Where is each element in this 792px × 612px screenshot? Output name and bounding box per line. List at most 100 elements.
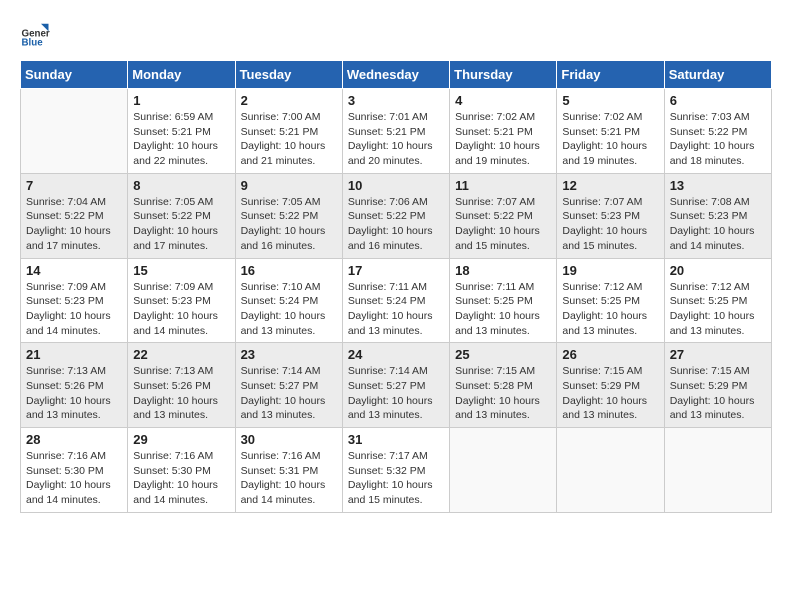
day-number: 8: [133, 178, 229, 193]
calendar-cell: [21, 89, 128, 174]
calendar-cell: 27 Sunrise: 7:15 AM Sunset: 5:29 PM Dayli…: [664, 343, 771, 428]
day-number: 4: [455, 93, 551, 108]
calendar-cell: 29Sunrise: 7:16 AM Sunset: 5:30 PM Dayli…: [128, 428, 235, 513]
day-info: Sunrise: 7:11 AM Sunset: 5:25 PM Dayligh…: [455, 280, 551, 339]
logo: General Blue: [20, 20, 52, 50]
day-number: 13: [670, 178, 766, 193]
day-number: 21: [26, 347, 122, 362]
day-info: Sunrise: 7:15 AM Sunset: 5:28 PM Dayligh…: [455, 364, 551, 423]
day-info: Sunrise: 7:13 AM Sunset: 5:26 PM Dayligh…: [26, 364, 122, 423]
svg-text:Blue: Blue: [22, 38, 44, 49]
day-info: Sunrise: 7:07 AM Sunset: 5:22 PM Dayligh…: [455, 195, 551, 254]
calendar-cell: 15 Sunrise: 7:09 AM Sunset: 5:23 PM Dayli…: [128, 258, 235, 343]
day-info: Sunrise: 7:09 AM Sunset: 5:23 PM Dayligh…: [26, 280, 122, 339]
week-row-1: 1 Sunrise: 6:59 AM Sunset: 5:21 PM Daylig…: [21, 89, 772, 174]
week-row-4: 21 Sunrise: 7:13 AM Sunset: 5:26 PM Dayli…: [21, 343, 772, 428]
day-info: Sunrise: 7:11 AM Sunset: 5:24 PM Dayligh…: [348, 280, 444, 339]
week-row-2: 7 Sunrise: 7:04 AM Sunset: 5:22 PM Daylig…: [21, 173, 772, 258]
day-info: Sunrise: 7:05 AM Sunset: 5:22 PM Dayligh…: [133, 195, 229, 254]
weekday-header-monday: Monday: [128, 61, 235, 89]
day-info: Sunrise: 7:12 AM Sunset: 5:25 PM Dayligh…: [670, 280, 766, 339]
day-info: Sunrise: 7:04 AM Sunset: 5:22 PM Dayligh…: [26, 195, 122, 254]
calendar-cell: 4 Sunrise: 7:02 AM Sunset: 5:21 PM Daylig…: [450, 89, 557, 174]
day-number: 12: [562, 178, 658, 193]
day-info: Sunrise: 7:00 AM Sunset: 5:21 PM Dayligh…: [241, 110, 337, 169]
calendar-cell: 1 Sunrise: 6:59 AM Sunset: 5:21 PM Daylig…: [128, 89, 235, 174]
calendar-cell: 3 Sunrise: 7:01 AM Sunset: 5:21 PM Daylig…: [342, 89, 449, 174]
calendar-cell: 9Sunrise: 7:05 AM Sunset: 5:22 PM Daylig…: [235, 173, 342, 258]
calendar-cell: 14Sunrise: 7:09 AM Sunset: 5:23 PM Dayli…: [21, 258, 128, 343]
calendar-cell: 22 Sunrise: 7:13 AM Sunset: 5:26 PM Dayli…: [128, 343, 235, 428]
day-number: 24: [348, 347, 444, 362]
day-info: Sunrise: 7:02 AM Sunset: 5:21 PM Dayligh…: [455, 110, 551, 169]
day-info: Sunrise: 7:16 AM Sunset: 5:30 PM Dayligh…: [26, 449, 122, 508]
calendar-cell: 21 Sunrise: 7:13 AM Sunset: 5:26 PM Dayli…: [21, 343, 128, 428]
day-info: Sunrise: 7:01 AM Sunset: 5:21 PM Dayligh…: [348, 110, 444, 169]
day-number: 7: [26, 178, 122, 193]
day-number: 16: [241, 263, 337, 278]
weekday-header-wednesday: Wednesday: [342, 61, 449, 89]
calendar-cell: [557, 428, 664, 513]
day-number: 17: [348, 263, 444, 278]
day-number: 9: [241, 178, 337, 193]
day-info: Sunrise: 7:09 AM Sunset: 5:23 PM Dayligh…: [133, 280, 229, 339]
day-info: Sunrise: 7:02 AM Sunset: 5:21 PM Dayligh…: [562, 110, 658, 169]
day-number: 27: [670, 347, 766, 362]
day-number: 31: [348, 432, 444, 447]
day-number: 25: [455, 347, 551, 362]
day-info: Sunrise: 7:13 AM Sunset: 5:26 PM Dayligh…: [133, 364, 229, 423]
week-row-3: 14Sunrise: 7:09 AM Sunset: 5:23 PM Dayli…: [21, 258, 772, 343]
day-number: 2: [241, 93, 337, 108]
calendar-cell: 7 Sunrise: 7:04 AM Sunset: 5:22 PM Daylig…: [21, 173, 128, 258]
day-number: 10: [348, 178, 444, 193]
day-number: 26: [562, 347, 658, 362]
calendar-cell: 6 Sunrise: 7:03 AM Sunset: 5:22 PM Daylig…: [664, 89, 771, 174]
day-info: Sunrise: 7:15 AM Sunset: 5:29 PM Dayligh…: [562, 364, 658, 423]
calendar-cell: 18Sunrise: 7:11 AM Sunset: 5:25 PM Dayli…: [450, 258, 557, 343]
day-number: 23: [241, 347, 337, 362]
day-info: Sunrise: 7:07 AM Sunset: 5:23 PM Dayligh…: [562, 195, 658, 254]
week-row-5: 28 Sunrise: 7:16 AM Sunset: 5:30 PM Dayli…: [21, 428, 772, 513]
calendar-cell: 31 Sunrise: 7:17 AM Sunset: 5:32 PM Dayli…: [342, 428, 449, 513]
calendar-cell: 5 Sunrise: 7:02 AM Sunset: 5:21 PM Daylig…: [557, 89, 664, 174]
day-number: 19: [562, 263, 658, 278]
day-number: 6: [670, 93, 766, 108]
calendar-cell: 16Sunrise: 7:10 AM Sunset: 5:24 PM Dayli…: [235, 258, 342, 343]
calendar-cell: 24 Sunrise: 7:14 AM Sunset: 5:27 PM Dayli…: [342, 343, 449, 428]
day-number: 1: [133, 93, 229, 108]
day-number: 22: [133, 347, 229, 362]
calendar-cell: 10Sunrise: 7:06 AM Sunset: 5:22 PM Dayli…: [342, 173, 449, 258]
day-info: Sunrise: 7:16 AM Sunset: 5:31 PM Dayligh…: [241, 449, 337, 508]
day-number: 15: [133, 263, 229, 278]
calendar-cell: 20 Sunrise: 7:12 AM Sunset: 5:25 PM Dayli…: [664, 258, 771, 343]
day-number: 3: [348, 93, 444, 108]
day-number: 28: [26, 432, 122, 447]
day-number: 20: [670, 263, 766, 278]
day-info: Sunrise: 7:03 AM Sunset: 5:22 PM Dayligh…: [670, 110, 766, 169]
calendar-cell: 12 Sunrise: 7:07 AM Sunset: 5:23 PM Dayli…: [557, 173, 664, 258]
calendar-cell: 26 Sunrise: 7:15 AM Sunset: 5:29 PM Dayli…: [557, 343, 664, 428]
calendar-cell: 28 Sunrise: 7:16 AM Sunset: 5:30 PM Dayli…: [21, 428, 128, 513]
logo-icon: General Blue: [20, 20, 50, 50]
weekday-header-thursday: Thursday: [450, 61, 557, 89]
weekday-header-friday: Friday: [557, 61, 664, 89]
weekday-header-saturday: Saturday: [664, 61, 771, 89]
day-number: 30: [241, 432, 337, 447]
day-info: Sunrise: 7:16 AM Sunset: 5:30 PM Dayligh…: [133, 449, 229, 508]
calendar-cell: [664, 428, 771, 513]
day-info: Sunrise: 7:12 AM Sunset: 5:25 PM Dayligh…: [562, 280, 658, 339]
calendar-cell: 25 Sunrise: 7:15 AM Sunset: 5:28 PM Dayli…: [450, 343, 557, 428]
day-number: 5: [562, 93, 658, 108]
calendar-cell: 8 Sunrise: 7:05 AM Sunset: 5:22 PM Daylig…: [128, 173, 235, 258]
weekday-header-row: SundayMondayTuesdayWednesdayThursdayFrid…: [21, 61, 772, 89]
calendar-cell: 23Sunrise: 7:14 AM Sunset: 5:27 PM Dayli…: [235, 343, 342, 428]
day-info: Sunrise: 7:17 AM Sunset: 5:32 PM Dayligh…: [348, 449, 444, 508]
day-info: Sunrise: 6:59 AM Sunset: 5:21 PM Dayligh…: [133, 110, 229, 169]
day-number: 11: [455, 178, 551, 193]
day-info: Sunrise: 7:14 AM Sunset: 5:27 PM Dayligh…: [348, 364, 444, 423]
calendar-cell: 17 Sunrise: 7:11 AM Sunset: 5:24 PM Dayli…: [342, 258, 449, 343]
page-header: General Blue: [20, 20, 772, 50]
day-info: Sunrise: 7:15 AM Sunset: 5:29 PM Dayligh…: [670, 364, 766, 423]
calendar-cell: [450, 428, 557, 513]
calendar-cell: 2 Sunrise: 7:00 AM Sunset: 5:21 PM Daylig…: [235, 89, 342, 174]
